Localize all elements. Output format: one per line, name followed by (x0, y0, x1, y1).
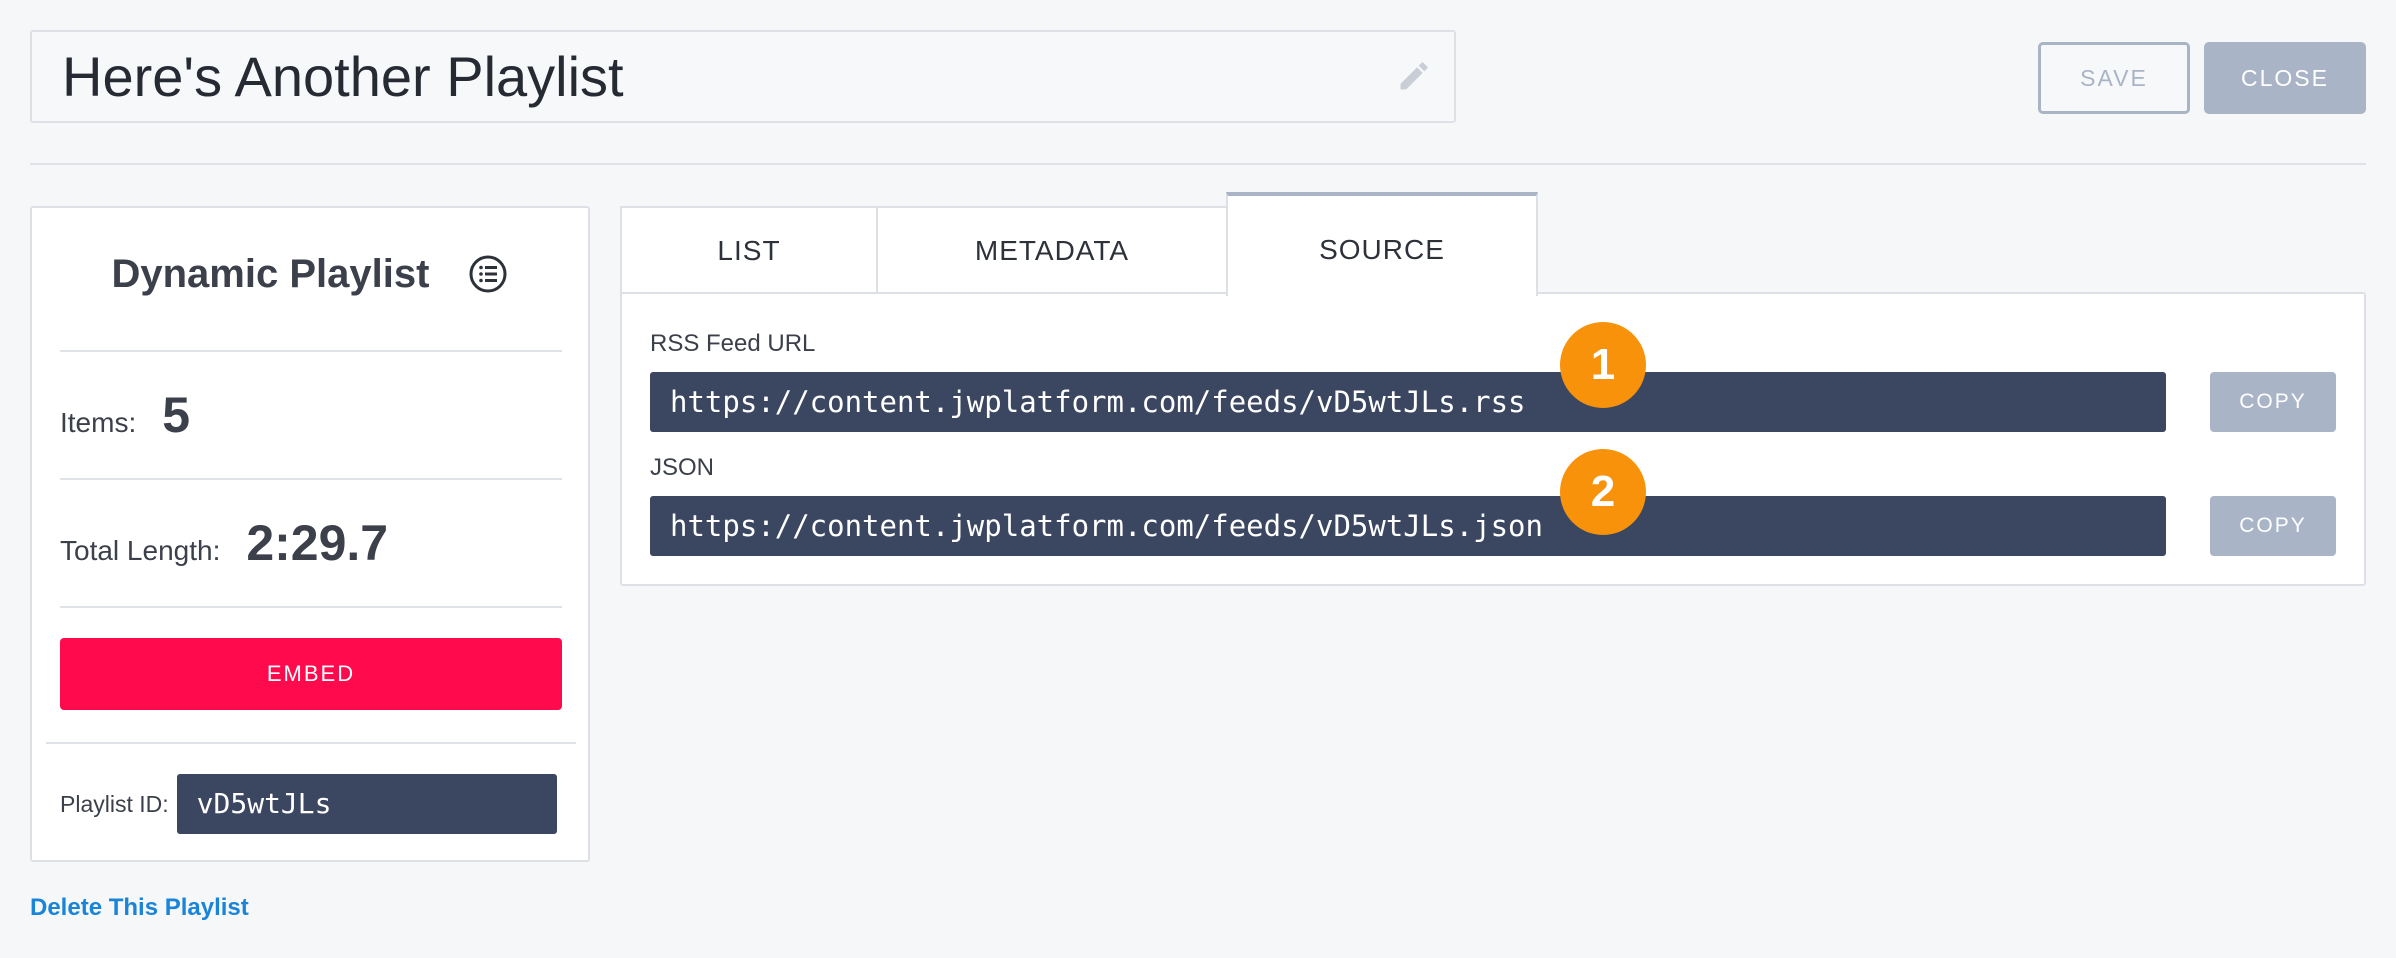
panel-divider (46, 742, 576, 744)
playlist-title-field[interactable]: Here's Another Playlist (30, 30, 1456, 123)
save-button[interactable]: SAVE (2038, 42, 2190, 114)
source-panel: RSS Feed URL https://content.jwplatform.… (620, 292, 2366, 586)
rss-feed-url-field[interactable]: https://content.jwplatform.com/feeds/vD5… (650, 372, 2166, 432)
panel-divider (60, 478, 562, 480)
rss-feed-label: RSS Feed URL (650, 330, 816, 357)
json-label: JSON (650, 454, 715, 481)
length-stat: Total Length: 2:29.7 (60, 514, 388, 572)
panel-title: Dynamic Playlist (111, 251, 430, 296)
delete-playlist-link[interactable]: Delete This Playlist (30, 894, 249, 922)
list-circle-icon (469, 255, 507, 293)
panel-divider (60, 606, 562, 608)
length-label: Total Length: (60, 535, 221, 566)
pencil-icon[interactable] (1396, 58, 1432, 94)
playlist-title: Here's Another Playlist (62, 45, 624, 108)
callout-marker-2: 2 (1560, 449, 1646, 535)
tab-metadata[interactable]: METADATA (876, 206, 1228, 294)
callout-marker-1: 1 (1560, 322, 1646, 408)
copy-json-button[interactable]: COPY (2210, 496, 2336, 556)
panel-divider (60, 350, 562, 352)
length-value: 2:29.7 (246, 515, 389, 571)
items-value: 5 (162, 387, 191, 443)
playlist-info-panel: Dynamic Playlist Items: 5 Total Length: … (30, 206, 590, 862)
panel-title-row: Dynamic Playlist (32, 250, 588, 297)
embed-button[interactable]: EMBED (60, 638, 562, 710)
tab-list[interactable]: LIST (620, 206, 878, 294)
playlist-id-label: Playlist ID: (60, 790, 169, 817)
tab-source[interactable]: SOURCE (1226, 192, 1538, 296)
items-stat: Items: 5 (60, 386, 190, 444)
items-label: Items: (60, 407, 137, 438)
json-url-field[interactable]: https://content.jwplatform.com/feeds/vD5… (650, 496, 2166, 556)
copy-rss-button[interactable]: COPY (2210, 372, 2336, 432)
playlist-id-field[interactable]: vD5wtJLs (176, 774, 557, 834)
playlist-id-row: Playlist ID: vD5wtJLs (60, 774, 557, 834)
close-button[interactable]: CLOSE (2204, 42, 2366, 114)
header-divider (30, 163, 2366, 165)
